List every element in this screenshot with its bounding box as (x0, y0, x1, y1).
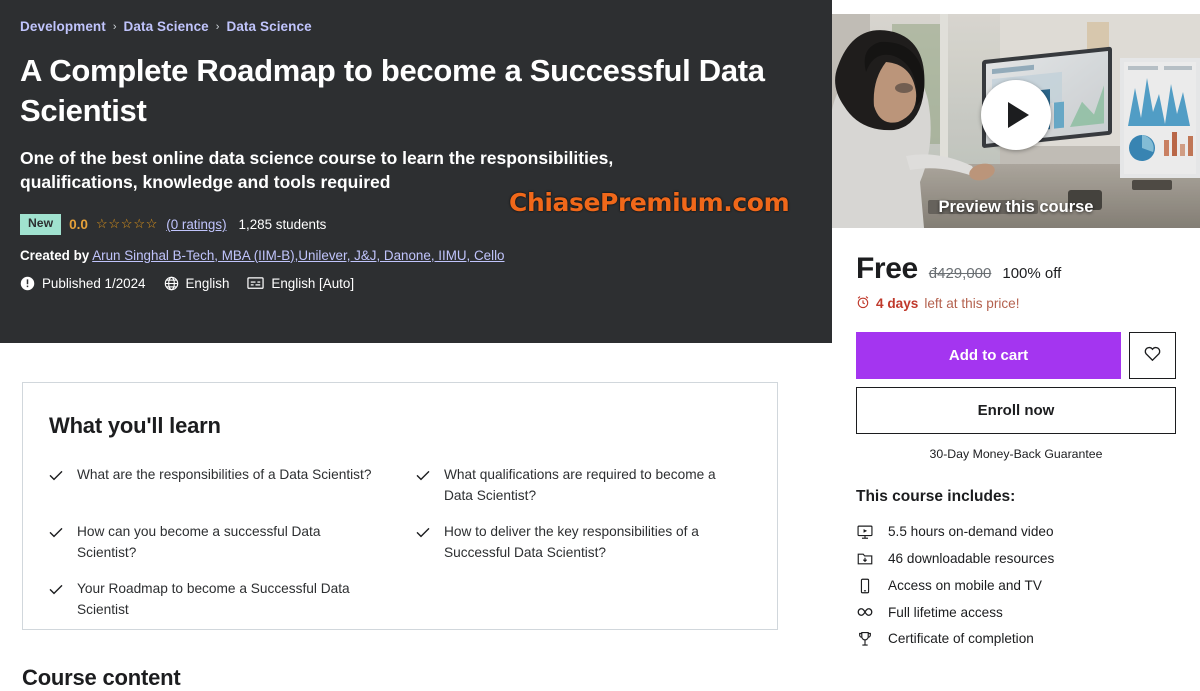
info-icon (20, 276, 35, 291)
what-you-will-learn-title: What you'll learn (49, 413, 221, 438)
list-item-label: Full lifetime access (888, 604, 1003, 620)
rating-row: New 0.0 ☆☆☆☆☆ (0 ratings) 1,285 students (20, 214, 810, 235)
list-item: Your Roadmap to become a Successful Data… (49, 579, 382, 620)
closed-caption-icon (247, 276, 265, 290)
infinity-icon (856, 605, 874, 619)
cta-row: Add to cart (856, 332, 1176, 379)
list-item: How can you become a successful Data Sci… (49, 522, 382, 563)
check-icon (416, 525, 430, 543)
breadcrumb: Development › Data Science › Data Scienc… (20, 19, 810, 34)
list-item-label: How to deliver the key responsibilities … (444, 524, 699, 560)
preview-course-label: Preview this course (938, 198, 1094, 216)
buy-box: Free đ429,000 100% off 4 days left at th… (832, 228, 1200, 652)
globe-icon (164, 276, 179, 291)
what-you-will-learn-card: What you'll learn What are the responsib… (22, 382, 778, 630)
list-item: Access on mobile and TV (856, 572, 1176, 599)
what-you-will-learn-grid: What are the responsibilities of a Data … (49, 465, 749, 620)
discount-percentage: 100% off (1002, 265, 1062, 282)
page-title: A Complete Roadmap to become a Successfu… (20, 53, 765, 129)
list-item: Certificate of completion (856, 625, 1176, 652)
list-item-label: Certificate of completion (888, 631, 1034, 646)
status-badge-new: New (20, 214, 62, 235)
created-by-label: Created by (20, 247, 90, 263)
deadline-days: 4 days (876, 296, 919, 311)
instructor-row: Created by Arun Singhal B-Tech, MBA (IIM… (20, 248, 810, 263)
check-icon (49, 468, 63, 486)
breadcrumb-separator-icon: › (215, 20, 220, 33)
list-item-label: What qualifications are required to beco… (444, 467, 716, 503)
check-icon (49, 582, 63, 600)
list-item: What are the responsibilities of a Data … (49, 465, 382, 506)
captions: English [Auto] (247, 276, 354, 291)
breadcrumb-item-data-science[interactable]: Data Science (124, 19, 209, 34)
list-item: Full lifetime access (856, 599, 1176, 625)
rating-value: 0.0 (69, 216, 88, 232)
enroll-now-button[interactable]: Enroll now (856, 387, 1176, 434)
list-item-label: Your Roadmap to become a Successful Data… (77, 581, 350, 617)
list-item: How to deliver the key responsibilities … (416, 522, 749, 563)
watermark-text: ChiasePremium.com (509, 188, 790, 217)
instructor-link[interactable]: Arun Singhal B-Tech, MBA (IIM-B),Unileve… (92, 248, 504, 263)
list-item-label: Access on mobile and TV (888, 578, 1042, 593)
deal-deadline: 4 days left at this price! (856, 295, 1176, 312)
heart-icon (1143, 344, 1162, 368)
published-date: Published 1/2024 (20, 276, 146, 291)
students-count: 1,285 students (238, 216, 327, 232)
ratings-count-link[interactable]: (0 ratings) (166, 217, 226, 232)
list-item-label: 5.5 hours on-demand video (888, 524, 1054, 539)
mobile-icon (856, 578, 874, 594)
alarm-clock-icon (856, 295, 870, 312)
trophy-icon (856, 631, 874, 647)
price-row: Free đ429,000 100% off (856, 252, 1176, 286)
language: English (164, 275, 230, 291)
check-icon (49, 525, 63, 543)
add-to-cart-button[interactable]: Add to cart (856, 332, 1121, 379)
published-date-label: Published 1/2024 (42, 275, 146, 291)
course-preview-thumbnail[interactable]: Preview this course (832, 14, 1200, 228)
course-hero: Development › Data Science › Data Scienc… (0, 0, 832, 343)
course-landing-page: Development › Data Science › Data Scienc… (0, 0, 1200, 691)
wishlist-button[interactable] (1129, 332, 1176, 379)
list-item: 46 downloadable resources (856, 545, 1176, 572)
captions-label: English [Auto] (271, 275, 355, 291)
original-price: đ429,000 (928, 265, 992, 282)
money-back-guarantee: 30-Day Money-Back Guarantee (929, 447, 1103, 461)
check-icon (416, 468, 430, 486)
course-includes-list: 5.5 hours on-demand video 46 downloadabl… (856, 518, 1176, 652)
list-item-label: 46 downloadable resources (888, 551, 1055, 566)
course-content-title: Course content (22, 665, 181, 690)
current-price: Free (856, 252, 918, 285)
breadcrumb-item-development[interactable]: Development (20, 19, 106, 34)
list-item: What qualifications are required to beco… (416, 465, 749, 506)
file-download-icon (856, 551, 874, 567)
monitor-play-icon (856, 524, 874, 540)
list-item: 5.5 hours on-demand video (856, 518, 1176, 545)
course-meta-row: Published 1/2024 English English [Auto] (20, 276, 810, 291)
course-includes-title: This course includes: (856, 488, 1016, 505)
list-item-label: How can you become a successful Data Sci… (77, 524, 321, 560)
breadcrumb-item-data-science-sub[interactable]: Data Science (226, 19, 311, 34)
star-rating-icon: ☆☆☆☆☆ (95, 216, 159, 232)
purchase-card: Preview this course Free đ429,000 100% o… (832, 14, 1200, 652)
play-icon[interactable] (981, 79, 1051, 150)
deadline-text: left at this price! (924, 296, 1020, 311)
list-item-label: What are the responsibilities of a Data … (77, 467, 372, 482)
language-label: English (185, 275, 230, 291)
breadcrumb-separator-icon: › (112, 20, 117, 33)
